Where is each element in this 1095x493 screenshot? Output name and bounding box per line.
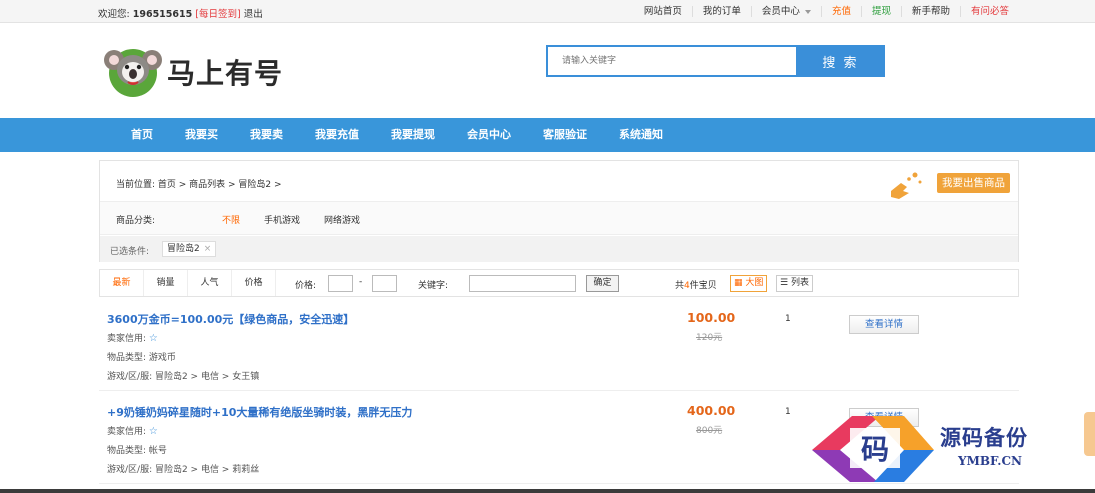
nav-item-recharge[interactable]: 我要充值 xyxy=(299,118,375,152)
list-icon: ☰ xyxy=(780,278,791,288)
watermark-glyph: 码 xyxy=(861,433,889,466)
logo-text: 马上有号 xyxy=(167,57,284,90)
top-bar: 欢迎您: 196515615 [每日签到] 退出 网站首页 我的订单 会员中心 … xyxy=(0,0,1095,23)
koala-logo-icon xyxy=(104,49,162,97)
seller-credit: 卖家信用: ☆ xyxy=(107,331,158,344)
top-link-home[interactable]: 网站首页 xyxy=(634,6,692,17)
product-region: 游戏/区/服: 冒险岛2 > 电信 > 女王镇 xyxy=(107,372,260,382)
price-min-input[interactable] xyxy=(328,275,353,292)
welcome-label: 欢迎您: xyxy=(98,9,130,20)
watermark-title: 源码备份 xyxy=(940,425,1028,450)
category-option-online[interactable]: 网络游戏 xyxy=(324,213,360,226)
category-option-mobile[interactable]: 手机游戏 xyxy=(264,213,300,226)
sell-product-label: 我要出售商品 xyxy=(937,173,1010,193)
category-options: 不限 手机游戏 网络游戏 xyxy=(222,213,384,226)
hand-cursor-icon xyxy=(891,172,922,199)
site-logo[interactable]: 马上有号 xyxy=(102,40,302,100)
price-filter-label: 价格: xyxy=(295,281,317,291)
search-bar: 搜 索 xyxy=(546,45,886,77)
selected-conditions-row: 已选条件: 冒险岛2 × xyxy=(100,236,1018,262)
search-input[interactable] xyxy=(546,45,796,77)
daily-checkin-link[interactable]: [每日签到] xyxy=(195,9,240,20)
breadcrumb: 当前位置: 首页 > 商品列表 > 冒险岛2 > xyxy=(116,180,282,190)
top-link-faq[interactable]: 有问必答 xyxy=(959,6,1019,17)
star-icon: ☆ xyxy=(148,426,158,437)
nav-item-home[interactable]: 首页 xyxy=(115,118,169,152)
keyword-label: 关键字: xyxy=(418,281,449,291)
bottom-border xyxy=(0,489,1095,493)
selected-label: 已选条件: xyxy=(110,247,150,257)
product-old-price: 120元 xyxy=(696,333,723,343)
top-nav: 网站首页 我的订单 会员中心 充值 提现 新手帮助 有问必答 xyxy=(634,6,1019,17)
watermark: 码 源码备份 YMBF.CN xyxy=(812,408,1082,488)
view-list-label: 列表 xyxy=(790,278,809,288)
sort-tab-newest[interactable]: 最新 xyxy=(100,270,144,296)
top-link-withdraw[interactable]: 提现 xyxy=(860,6,901,17)
search-button[interactable]: 搜 索 xyxy=(796,45,885,77)
sort-tab-popularity[interactable]: 人气 xyxy=(188,270,232,296)
seller-credit: 卖家信用: ☆ xyxy=(107,424,158,437)
confirm-button[interactable]: 确定 xyxy=(586,275,619,292)
nav-item-notice[interactable]: 系统通知 xyxy=(603,118,679,152)
product-qty: 1 xyxy=(785,407,791,417)
product-type: 物品类型: 游戏币 xyxy=(107,353,176,363)
top-link-help[interactable]: 新手帮助 xyxy=(900,6,960,17)
main-nav: 首页 我要买 我要卖 我要充值 我要提现 会员中心 客服验证 系统通知 xyxy=(0,118,1095,152)
product-title[interactable]: +9奶锤奶妈碎星随时+10大量稀有绝版坐骑时装，黑胖无压力 xyxy=(107,404,412,420)
watermark-logo-icon: 码 xyxy=(812,416,934,482)
sell-product-button[interactable]: 我要出售商品 xyxy=(885,171,1010,199)
price-dash: - xyxy=(359,277,363,287)
top-link-orders[interactable]: 我的订单 xyxy=(691,6,751,17)
sort-tab-sales[interactable]: 销量 xyxy=(144,270,188,296)
grid-icon: ▦ xyxy=(734,278,746,288)
category-row: 商品分类: 不限 手机游戏 网络游戏 xyxy=(100,201,1018,235)
filter-panel: 当前位置: 首页 > 商品列表 > 冒险岛2 > 我要出售商品 商品分类: 不限… xyxy=(99,160,1019,262)
sort-bar: 最新 销量 人气 价格 价格: - 关键字: 确定 共4件宝贝 ▦ 大图 ☰ 列… xyxy=(99,269,1019,297)
seller-credit-label: 卖家信用: xyxy=(107,334,147,344)
nav-item-member[interactable]: 会员中心 xyxy=(451,118,527,152)
star-icon: ☆ xyxy=(148,333,158,344)
seller-credit-label: 卖家信用: xyxy=(107,427,147,437)
welcome-text: 欢迎您: 196515615 [每日签到] 退出 xyxy=(98,6,263,20)
logout-link[interactable]: 退出 xyxy=(244,9,263,20)
product-price: 400.00 xyxy=(687,403,736,418)
nav-item-withdraw[interactable]: 我要提现 xyxy=(375,118,451,152)
product-region: 游戏/区/服: 冒险岛2 > 电信 > 莉莉丝 xyxy=(107,465,260,475)
member-center-label: 会员中心 xyxy=(761,6,800,17)
product-row: 3600万金币=100.00元【绿色商品，安全迅速】 卖家信用: ☆ 物品类型:… xyxy=(99,303,1019,391)
selected-chip[interactable]: 冒险岛2 × xyxy=(162,241,217,257)
product-qty: 1 xyxy=(785,314,791,324)
total-count: 共4件宝贝 xyxy=(675,278,717,291)
view-large-label: 大图 xyxy=(745,278,764,288)
view-list-button[interactable]: ☰ 列表 xyxy=(776,275,813,292)
product-title[interactable]: 3600万金币=100.00元【绿色商品，安全迅速】 xyxy=(107,311,354,327)
user-id: 196515615 xyxy=(132,9,193,20)
top-link-recharge[interactable]: 充值 xyxy=(820,6,861,17)
price-max-input[interactable] xyxy=(372,275,397,292)
selected-chip-label: 冒险岛2 xyxy=(167,244,200,254)
total-suffix: 件宝贝 xyxy=(689,281,717,291)
nav-item-verify[interactable]: 客服验证 xyxy=(527,118,603,152)
chevron-down-icon xyxy=(804,9,811,14)
keyword-input[interactable] xyxy=(469,275,576,292)
nav-item-buy[interactable]: 我要买 xyxy=(169,118,234,152)
close-icon[interactable]: × xyxy=(204,244,212,254)
nav-item-sell[interactable]: 我要卖 xyxy=(234,118,299,152)
sort-tab-price[interactable]: 价格 xyxy=(232,270,276,296)
watermark-site: YMBF.CN xyxy=(958,454,1023,468)
total-prefix: 共 xyxy=(675,281,685,291)
product-type: 物品类型: 帐号 xyxy=(107,446,167,456)
category-option-all[interactable]: 不限 xyxy=(222,213,240,226)
top-link-member[interactable]: 会员中心 xyxy=(750,6,821,17)
category-label: 商品分类: xyxy=(116,216,156,226)
view-large-button[interactable]: ▦ 大图 xyxy=(730,275,768,292)
view-details-button[interactable]: 查看详情 xyxy=(849,315,919,334)
product-old-price: 800元 xyxy=(696,426,723,436)
side-decoration xyxy=(1084,412,1095,456)
product-price: 100.00 xyxy=(687,310,736,325)
